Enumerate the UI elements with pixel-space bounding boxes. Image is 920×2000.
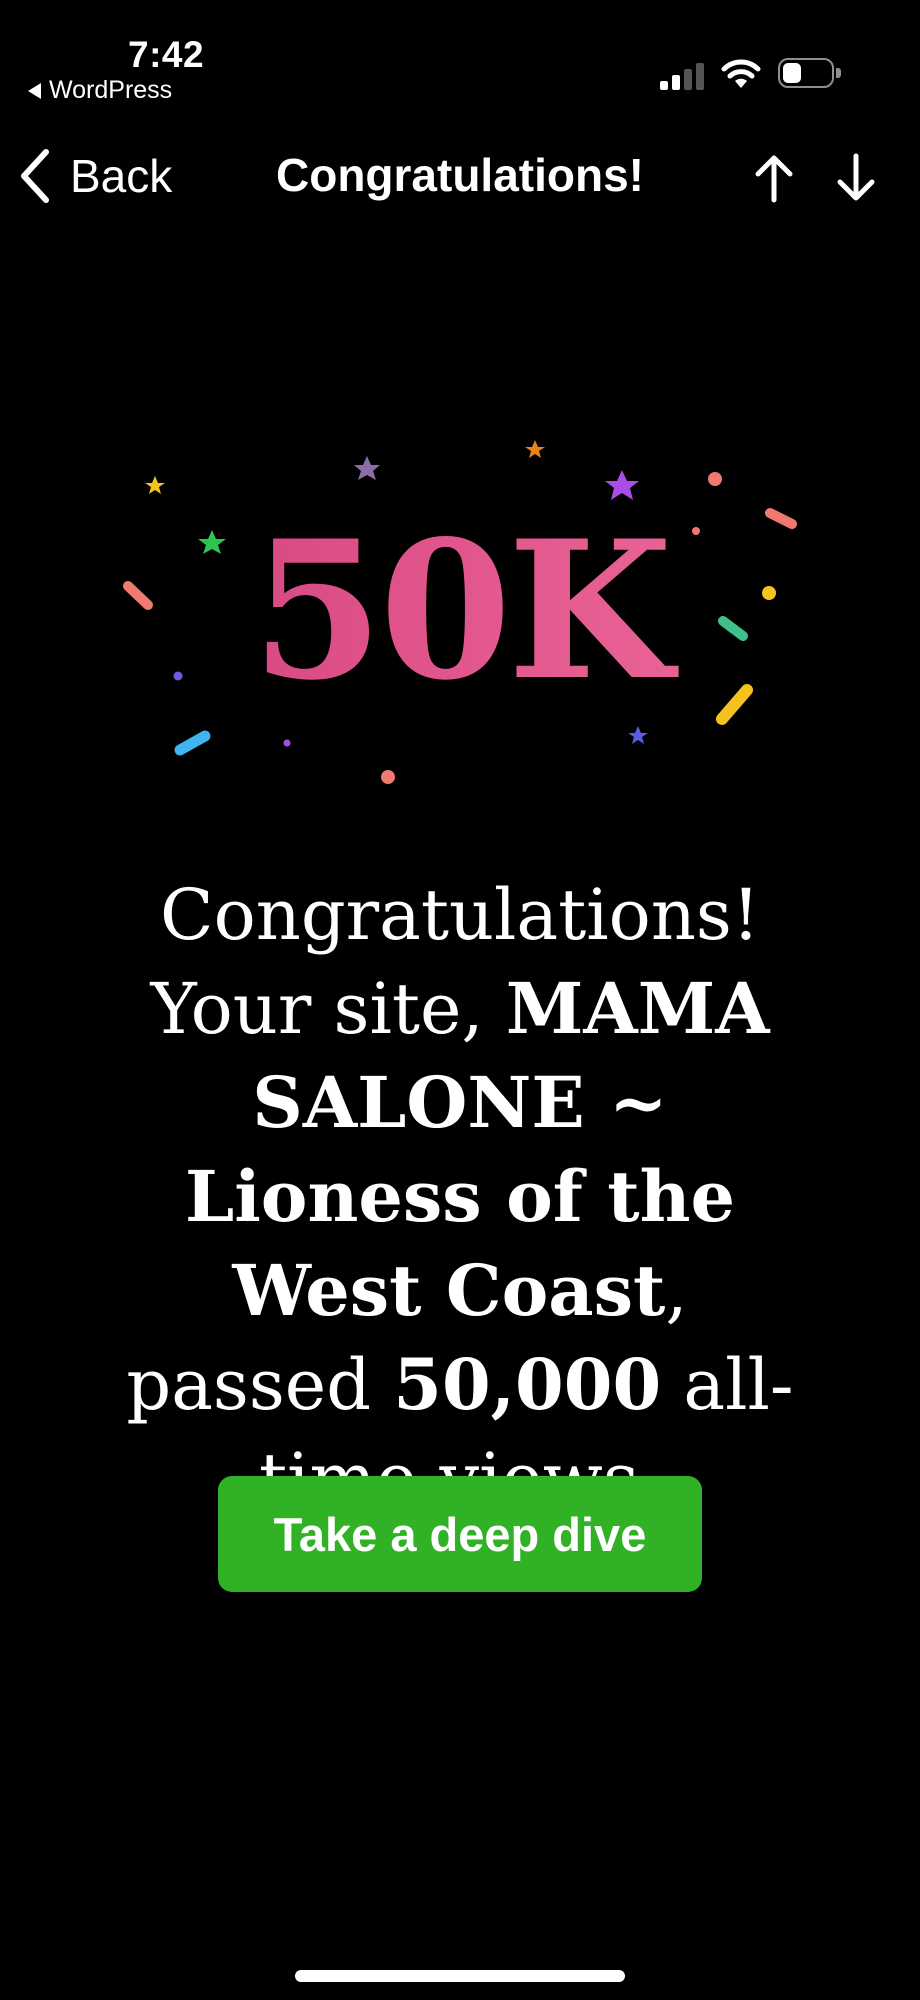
confetti-star [145, 476, 165, 494]
congratulations-message: Congratulations! Your site, MAMA SALONE … [110, 868, 810, 1526]
confetti-dot [381, 770, 395, 784]
views-count: 50,000 [393, 1343, 662, 1426]
back-triangle-icon [28, 82, 41, 99]
message-prefix: Your site, [150, 968, 506, 1050]
message-passed: passed [126, 1344, 394, 1426]
confetti-star [628, 726, 648, 744]
confetti-star [354, 456, 380, 480]
status-time: 7:42 [128, 34, 205, 75]
milestone-number: 50K [0, 516, 920, 706]
battery-icon [778, 58, 841, 88]
confetti-dot [708, 472, 722, 486]
confetti-star [605, 470, 639, 500]
wifi-icon [721, 59, 761, 88]
back-app-label: WordPress [49, 76, 173, 104]
message-intro: Congratulations! [160, 874, 760, 956]
deep-dive-button[interactable]: Take a deep dive [218, 1476, 702, 1592]
confetti-dot [283, 739, 291, 747]
arrow-up-icon[interactable] [750, 150, 798, 206]
milestone-badge: 50K [0, 420, 920, 800]
cellular-signal-icon [660, 62, 704, 90]
arrow-down-icon[interactable] [832, 150, 880, 206]
back-to-app-link[interactable]: WordPress [28, 76, 172, 105]
home-indicator[interactable] [295, 1970, 625, 1982]
confetti-dash [174, 730, 211, 756]
confetti-star [525, 440, 545, 458]
